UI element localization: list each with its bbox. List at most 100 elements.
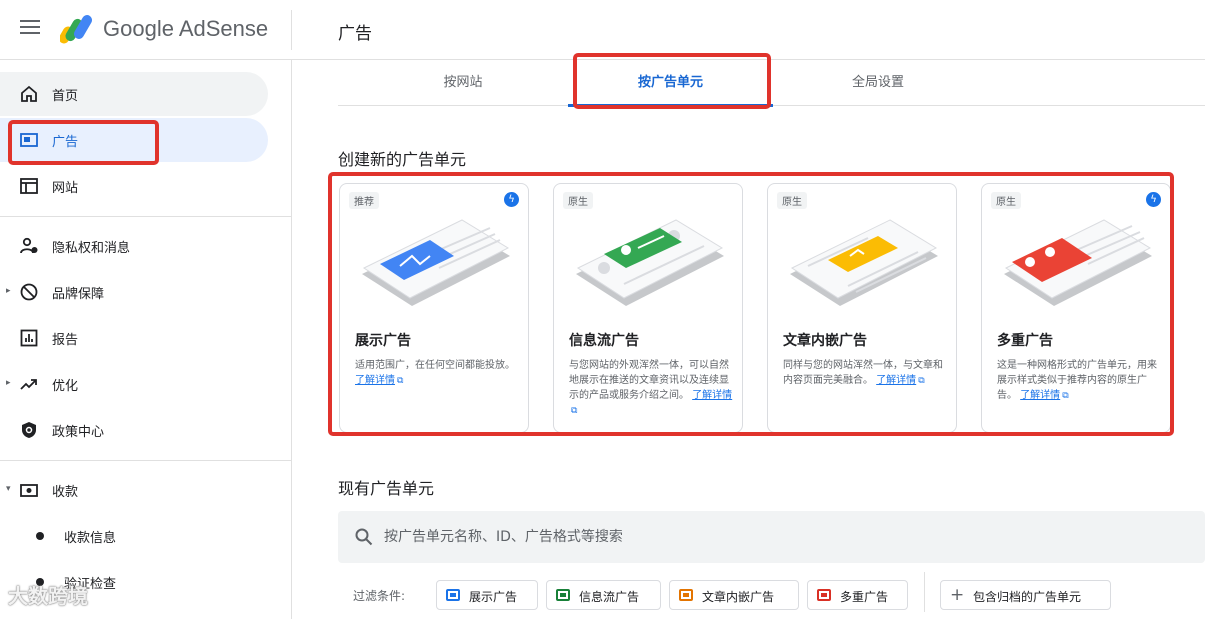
bolt-icon: ϟ — [1146, 192, 1161, 207]
create-section-title: 创建新的广告单元 — [338, 150, 467, 169]
top-bar: Google AdSense 广告 — [0, 0, 1205, 60]
hamburger-menu-icon[interactable] — [20, 20, 40, 36]
sidebar-divider — [0, 216, 291, 217]
brand-name: Google AdSense — [103, 16, 269, 41]
payments-icon — [20, 484, 38, 497]
learn-more-link[interactable]: 了解详情 — [876, 375, 916, 386]
filter-chip-multiplex[interactable]: 多重广告 — [807, 580, 908, 610]
ad-type-card-in-article[interactable]: 原生 文章内嵌广告 同样与您的网站浑然一体，与文章和内容页面完美融合。 了解详情… — [767, 183, 957, 433]
card-title: 信息流广告 — [569, 333, 639, 349]
chip-label: 多重广告 — [840, 590, 889, 604]
chip-label: 信息流广告 — [579, 590, 640, 604]
card-title: 文章内嵌广告 — [783, 333, 867, 349]
plus-icon: + — [950, 585, 965, 605]
card-description: 适用范围广，在任何空间都能投放。 了解详情 ⧉ — [355, 358, 520, 389]
display-ad-illustration — [362, 219, 510, 306]
sidebar-item-label: 隐私权和消息 — [52, 241, 131, 256]
ad-type-card-multiplex[interactable]: 原生 ϟ 多重广告 这是一种网格形式的广告单元，用来展示样式类似于推荐内容的原生… — [981, 183, 1171, 433]
sidebar-item-label: 首页 — [52, 89, 79, 104]
chip-label: 展示广告 — [469, 590, 518, 604]
chip-label: 包含归档的广告单元 — [973, 590, 1082, 604]
in-feed-ad-icon — [556, 589, 570, 601]
sidebar-divider — [0, 460, 291, 461]
sidebar-item-privacy[interactable]: 隐私权和消息 — [0, 224, 268, 268]
card-description: 这是一种网格形式的广告单元，用来展示样式类似于推荐内容的原生广告。 了解详情 ⧉ — [997, 358, 1162, 404]
watermark: 大数跨境 — [8, 584, 88, 608]
multiplex-ad-icon — [817, 589, 831, 601]
tab-by-ad-unit[interactable]: 按广告单元 — [568, 60, 773, 107]
sidebar-item-label: 收款 — [52, 485, 79, 500]
sidebar-item-label: 政策中心 — [52, 425, 105, 440]
filter-label: 过滤条件: — [353, 589, 406, 603]
sidebar-item-label: 品牌保障 — [52, 287, 105, 302]
card-badge: 原生 — [991, 192, 1021, 209]
ad-unit-search-bar — [338, 511, 1205, 563]
header-divider — [291, 10, 292, 50]
sidebar-item-label: 网站 — [52, 181, 79, 196]
sidebar-item-brand-safety[interactable]: ▸ 品牌保障 — [0, 270, 268, 314]
sidebar-subitem-label: 收款信息 — [64, 531, 117, 546]
in-article-ad-illustration — [790, 219, 938, 306]
sidebar-item-reports[interactable]: 报告 — [0, 316, 268, 360]
card-title: 展示广告 — [355, 333, 411, 349]
ads-icon — [20, 133, 38, 147]
expand-caret-icon[interactable]: ▸ — [6, 378, 11, 388]
external-link-icon: ⧉ — [397, 376, 404, 386]
card-badge: 推荐 — [349, 192, 379, 209]
in-feed-ad-illustration — [576, 219, 724, 306]
sidebar-item-optimization[interactable]: ▸ 优化 — [0, 362, 268, 406]
tab-global-settings[interactable]: 全局设置 — [823, 60, 933, 106]
filter-divider — [924, 572, 925, 612]
ad-type-card-in-feed[interactable]: 原生 信息流广告 与您网站的外观浑然一体，可以自然地展示在推送的文章资讯以及连续… — [553, 183, 743, 433]
sidebar-item-payments[interactable]: ▾ 收款 — [0, 468, 268, 512]
block-icon — [20, 283, 38, 301]
sidebar-item-label: 报告 — [52, 333, 79, 348]
filter-chip-in-article[interactable]: 文章内嵌广告 — [669, 580, 799, 610]
bullet-icon — [36, 532, 44, 540]
sidebar-subitem-payment-info[interactable]: 收款信息 — [0, 514, 268, 558]
chip-label: 文章内嵌广告 — [702, 590, 775, 604]
adsense-logo-icon — [60, 15, 92, 44]
card-badge: 原生 — [777, 192, 807, 209]
card-title: 多重广告 — [997, 333, 1053, 349]
sidebar-item-policy-center[interactable]: 政策中心 — [0, 408, 268, 452]
sidebar: 首页 广告 网站 隐私权和消息 ▸ 品牌保障 报告 ▸ 优化 政策中心 ▾ 收款… — [0, 60, 292, 619]
bolt-icon: ϟ — [504, 192, 519, 207]
sidebar-item-sites[interactable]: 网站 — [0, 164, 268, 208]
multiplex-ad-illustration — [1004, 219, 1152, 306]
learn-more-link[interactable]: 了解详情 — [1020, 390, 1060, 401]
sidebar-item-label: 广告 — [52, 135, 79, 150]
search-icon — [355, 528, 373, 546]
filter-chip-display[interactable]: 展示广告 — [436, 580, 538, 610]
sidebar-item-home[interactable]: 首页 — [0, 72, 268, 116]
ad-type-card-display[interactable]: 推荐 ϟ 展示广告 适用范围广，在任何空间都能投放。 了解详情 ⧉ — [339, 183, 529, 433]
external-link-icon: ⧉ — [571, 406, 578, 416]
card-badge: 原生 — [563, 192, 593, 209]
in-article-ad-icon — [679, 589, 693, 601]
external-link-icon: ⧉ — [918, 376, 925, 386]
policy-shield-icon — [22, 422, 36, 438]
trending-icon — [20, 379, 37, 390]
sidebar-item-ads[interactable]: 广告 — [0, 118, 268, 162]
filter-chip-in-feed[interactable]: 信息流广告 — [546, 580, 661, 610]
reports-icon — [20, 329, 38, 347]
external-link-icon: ⧉ — [1062, 391, 1069, 401]
tab-bar: 按网站 按广告单元 全局设置 — [338, 60, 1205, 107]
include-archived-chip[interactable]: + 包含归档的广告单元 — [940, 580, 1111, 610]
learn-more-link[interactable]: 了解详情 — [355, 375, 395, 386]
card-description: 与您网站的外观浑然一体，可以自然地展示在推送的文章资讯以及连续显示的产品或服务介… — [569, 358, 734, 419]
sites-icon — [20, 178, 38, 194]
display-ad-icon — [446, 589, 460, 601]
existing-section-title: 现有广告单元 — [338, 479, 435, 498]
collapse-caret-icon[interactable]: ▾ — [6, 484, 11, 494]
card-description-text: 适用范围广，在任何空间都能投放。 — [355, 360, 515, 371]
expand-caret-icon[interactable]: ▸ — [6, 286, 11, 296]
card-description: 同样与您的网站浑然一体，与文章和内容页面完美融合。 了解详情 ⧉ — [783, 358, 948, 389]
home-icon — [21, 85, 37, 102]
sidebar-item-label: 优化 — [52, 379, 79, 394]
learn-more-link[interactable]: 了解详情 — [692, 390, 732, 401]
tab-by-site[interactable]: 按网站 — [408, 60, 518, 106]
search-input[interactable] — [384, 525, 1164, 549]
privacy-icon — [20, 237, 38, 254]
page-title: 广告 — [338, 24, 372, 44]
